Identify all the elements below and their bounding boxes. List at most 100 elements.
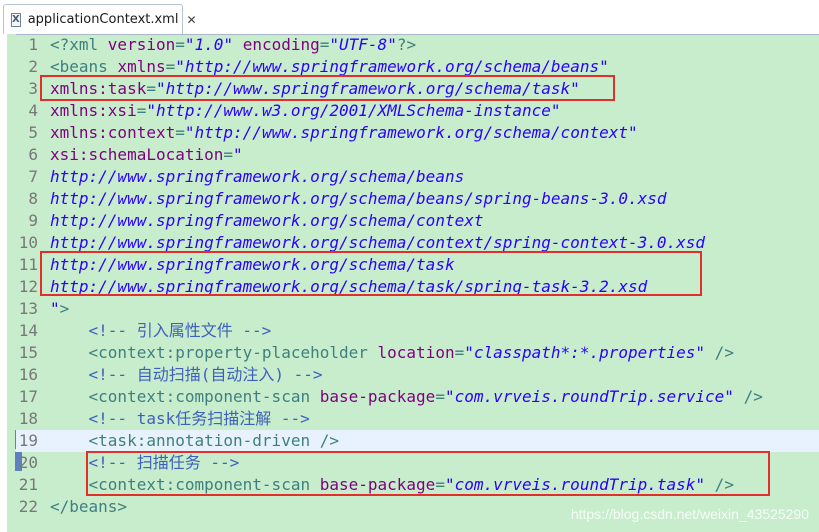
comment: <!-- 引入属性文件 --> (88, 321, 272, 340)
tag-token: = (435, 475, 445, 494)
line-number: 6 (28, 145, 38, 164)
watermark: https://blog.csdn.net/weixin_43525290 (570, 506, 809, 522)
attribute-name: xsi:schemaLocation (50, 145, 224, 164)
attribute-value: "http://www.springframework.org/schema/b… (175, 57, 609, 76)
code-line[interactable]: 17 <context:component-scan base-package=… (16, 386, 819, 408)
attribute-value: "com.vrveis.roundTrip.task" (444, 475, 706, 494)
attribute-name: version (107, 35, 176, 54)
annotation-ruler (7, 34, 22, 532)
attribute-value: "http://www.springframework.org/schema/t… (155, 79, 580, 98)
line-content: <beans xmlns="http://www.springframework… (50, 56, 609, 78)
tab-title: applicationContext.xml (27, 12, 179, 27)
tag-token (50, 453, 89, 472)
attribute-name: xmlns (117, 57, 166, 76)
code-line[interactable]: 8 http://www.springframework.org/schema/b… (16, 188, 819, 210)
code-line[interactable]: 5 xmlns:context="http://www.springframewo… (16, 122, 819, 144)
attribute-value: http://www.springframework.org/schema/co… (50, 211, 484, 230)
code-line[interactable]: 12 http://www.springframework.org/schema/… (16, 276, 819, 298)
code-line[interactable]: 11 http://www.springframework.org/schema/… (16, 254, 819, 276)
code-line[interactable]: 18 <!-- task任务扫描注解 --> (16, 408, 819, 430)
line-number: 14 (18, 321, 38, 340)
code-editor[interactable]: 1 <?xml version="1.0" encoding="UTF-8"?> 2… (16, 34, 819, 532)
tag-token: /> (705, 475, 734, 494)
line-content: http://www.springframework.org/schema/ta… (50, 276, 647, 298)
code-line[interactable]: 15 <context:property-placeholder locatio… (16, 342, 819, 364)
close-icon[interactable]: ✕ (186, 13, 196, 27)
attribute-value: "UTF-8" (329, 35, 397, 54)
tab-applicationcontext-xml[interactable]: X applicationContext.xml ✕ (3, 4, 197, 34)
attribute-value: "classpath*:*.properties" (464, 343, 706, 362)
line-content: <!-- 扫描任务 --> (50, 452, 240, 474)
tag-token: = (175, 123, 185, 142)
code-line[interactable]: 6 xsi:schemaLocation=" (16, 144, 819, 166)
tag-token: = (136, 101, 147, 120)
line-content: http://www.springframework.org/schema/co… (50, 210, 483, 232)
code-line[interactable]: 3 xmlns:task="http://www.springframework.… (16, 78, 819, 100)
attribute-name: base-package (319, 475, 436, 494)
line-content: http://www.springframework.org/schema/be… (50, 166, 464, 188)
code-line[interactable]: 1 <?xml version="1.0" encoding="UTF-8"?> (16, 34, 819, 56)
tag-token: ?> (396, 35, 417, 54)
line-content: <!-- 引入属性文件 --> (50, 320, 272, 342)
tag-token: <context:component-scan (50, 475, 320, 494)
code-line[interactable]: 13 "> (16, 298, 819, 320)
line-number: 4 (28, 101, 38, 120)
attribute-value: http://www.springframework.org/schema/be… (50, 189, 667, 208)
line-content: <!-- 自动扫描(自动注入) --> (50, 364, 323, 386)
tag-token: = (146, 79, 156, 98)
attribute-value: "1.0" (184, 35, 234, 54)
line-number: 22 (18, 497, 38, 516)
line-content: http://www.springframework.org/schema/be… (50, 188, 667, 210)
code-line[interactable]: 20 <!-- 扫描任务 --> (16, 452, 819, 474)
line-number: 16 (18, 365, 38, 384)
code-line[interactable]: 2 <beans xmlns="http://www.springframewor… (16, 56, 819, 78)
editor-tab-bar: X applicationContext.xml ✕ (0, 0, 819, 35)
tag-token: <context:property-placeholder (50, 343, 378, 362)
tag-token: /> (705, 343, 734, 362)
tag-token: > (59, 299, 70, 318)
line-content: http://www.springframework.org/schema/co… (50, 232, 705, 254)
code-line[interactable]: 10 http://www.springframework.org/schema/… (16, 232, 819, 254)
attribute-value: "http://www.w3.org/2001/XMLSchema-instan… (146, 101, 561, 120)
editor-left-margin (0, 34, 7, 532)
line-content: xmlns:task="http://www.springframework.o… (50, 78, 580, 100)
code-line[interactable]: 9 http://www.springframework.org/schema/c… (16, 210, 819, 232)
line-content: <!-- task任务扫描注解 --> (50, 408, 310, 430)
line-content: xmlns:context="http://www.springframewor… (50, 122, 638, 144)
line-number: 11 (18, 255, 38, 274)
tag-token: <context:component-scan (50, 387, 320, 406)
line-content: <context:property-placeholder location="… (50, 342, 734, 364)
tag-token: = (454, 343, 465, 362)
line-number: 2 (28, 57, 38, 76)
line-content: <context:component-scan base-package="co… (50, 386, 763, 408)
code-line[interactable]: 19 <task:annotation-driven /> (16, 430, 819, 452)
tag-token (50, 409, 89, 428)
attribute-name: xmlns:context (50, 123, 176, 142)
line-number: 15 (18, 343, 38, 362)
attribute-value: http://www.springframework.org/schema/ta… (50, 277, 648, 296)
line-number: 3 (28, 79, 38, 98)
tag-token: = (175, 35, 185, 54)
attribute-name: xmlns:xsi (50, 101, 137, 120)
line-number: 12 (18, 277, 38, 296)
code-line[interactable]: 4 xmlns:xsi="http://www.w3.org/2001/XMLSc… (16, 100, 819, 122)
line-number: 9 (28, 211, 38, 230)
tag-token: = (435, 387, 445, 406)
code-line[interactable]: 16 <!-- 自动扫描(自动注入) --> (16, 364, 819, 386)
line-number: 5 (28, 123, 38, 142)
code-line[interactable]: 14 <!-- 引入属性文件 --> (16, 320, 819, 342)
line-number: 21 (18, 475, 38, 494)
code-line[interactable]: 7 http://www.springframework.org/schema/b… (16, 166, 819, 188)
tag-token: <task:annotation-driven /> (50, 431, 339, 450)
tag-token: = (165, 57, 176, 76)
line-content: xmlns:xsi="http://www.w3.org/2001/XMLSch… (50, 100, 561, 122)
code-line[interactable]: 21 <context:component-scan base-package=… (16, 474, 819, 496)
line-content: http://www.springframework.org/schema/ta… (50, 254, 455, 276)
line-content: "> (50, 298, 69, 320)
tag-token (50, 365, 89, 384)
line-number: 20 (18, 453, 38, 472)
attribute-value: http://www.springframework.org/schema/ta… (50, 255, 455, 274)
attribute-value: "com.vrveis.roundTrip.service" (444, 387, 734, 406)
attribute-value: http://www.springframework.org/schema/co… (50, 233, 706, 252)
xml-file-icon: X (11, 12, 21, 27)
